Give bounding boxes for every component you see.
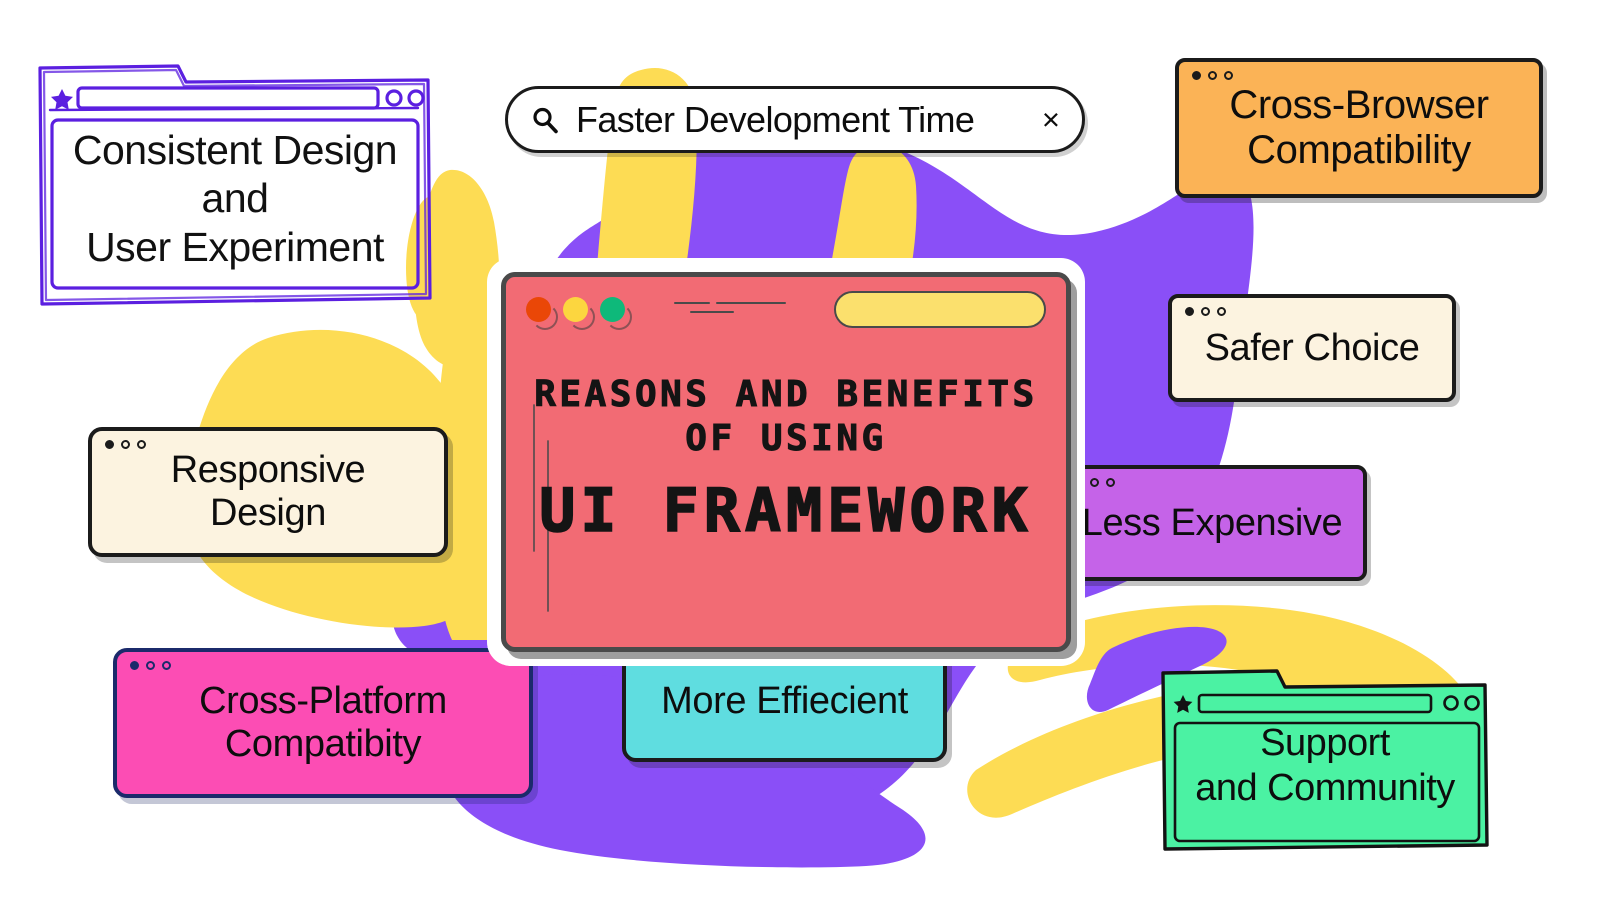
hero-window[interactable]: Reasons and Benefits of Using UI Framewo…	[487, 258, 1085, 666]
hero-title-line-3: UI Framework	[538, 475, 1033, 547]
hero-titlebar	[506, 277, 1066, 341]
hero-title-line-2: of Using	[685, 417, 887, 459]
card-safer-choice[interactable]: Safer Choice	[1168, 294, 1456, 402]
card-cross-browser-label: Cross-Browser Compatibility	[1229, 83, 1489, 172]
search-bar[interactable]: Faster Development Time ×	[505, 86, 1085, 153]
card-cross-platform[interactable]: Cross-Platform Compatibity	[113, 648, 533, 798]
card-support-community-label: Support and Community	[1195, 722, 1455, 809]
window-dots	[1192, 71, 1233, 80]
maximize-icon[interactable]	[600, 296, 632, 330]
card-cross-browser[interactable]: Cross-Browser Compatibility	[1175, 58, 1543, 198]
hero-title-block: Reasons and Benefits of Using UI Framewo…	[506, 373, 1066, 548]
card-consistent-design[interactable]: Consistent Design and User Experiment	[30, 48, 440, 313]
card-safer-choice-label: Safer Choice	[1204, 326, 1420, 369]
card-consistent-design-label: Consistent Design and User Experiment	[72, 127, 398, 270]
close-icon[interactable]	[526, 296, 558, 330]
card-responsive-design-label: Responsive Design	[170, 449, 366, 534]
card-support-community[interactable]: Support and Community	[1155, 655, 1495, 855]
close-icon[interactable]: ×	[1042, 104, 1060, 135]
card-less-expensive-label: Less Expensive	[1081, 501, 1343, 544]
card-less-expensive[interactable]: Less Expensive	[1057, 465, 1367, 581]
search-icon	[530, 105, 560, 135]
search-input[interactable]: Faster Development Time	[576, 99, 1026, 141]
minimize-icon[interactable]	[563, 296, 595, 330]
hero-address-bar[interactable]	[834, 290, 1046, 328]
window-dots	[1185, 307, 1226, 316]
infographic-canvas: Consistent Design and User Experiment Fa…	[0, 0, 1600, 900]
traffic-light-controls[interactable]	[526, 296, 632, 330]
star-icon	[51, 89, 73, 110]
card-responsive-design[interactable]: Responsive Design	[88, 427, 448, 557]
window-dots	[130, 661, 171, 670]
hero-title-line-1: Reasons and Benefits	[534, 374, 1038, 416]
card-more-efficient-label: More Effiecient	[661, 679, 908, 722]
window-dots	[105, 440, 146, 449]
card-cross-platform-label: Cross-Platform Compatibity	[199, 680, 447, 765]
hero-window-body: Reasons and Benefits of Using UI Framewo…	[501, 272, 1071, 652]
menu-dashes-icon	[674, 302, 786, 313]
